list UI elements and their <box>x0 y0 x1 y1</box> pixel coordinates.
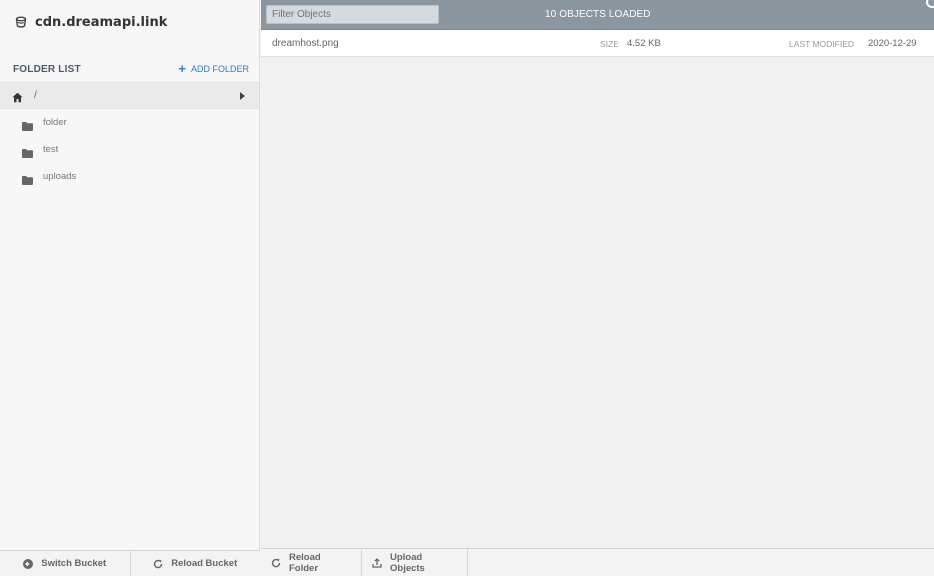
file-row[interactable]: dreamhost.png SIZE 4.52 KB LAST MODIFIED… <box>261 30 934 57</box>
bucket-name: cdn.dreamapi.link <box>35 14 168 30</box>
plus-icon: + <box>178 61 186 76</box>
objects-loaded-status: 10 OBJECTS LOADED <box>545 9 651 20</box>
brand: cdn.dreamapi.link <box>0 0 259 44</box>
folder-list-title: FOLDER LIST <box>13 63 81 75</box>
folder-item-label: / <box>34 90 37 101</box>
reload-bucket-label: Reload Bucket <box>171 558 238 569</box>
folder-icon <box>22 172 33 185</box>
home-icon <box>12 90 23 103</box>
last-modified-label: LAST MODIFIED <box>789 39 855 49</box>
sidebar: cdn.dreamapi.link FOLDER LIST + ADD FOLD… <box>0 0 260 576</box>
folder-item-root[interactable]: / <box>0 82 259 109</box>
upload-objects-button[interactable]: Upload Objects <box>362 549 468 576</box>
bucket-icon <box>14 15 28 29</box>
upload-icon <box>372 557 382 568</box>
folder-item-label: folder <box>43 117 67 128</box>
main-footer: Reload Folder Upload Objects <box>261 548 934 576</box>
reload-bucket-button[interactable]: Reload Bucket <box>129 551 261 576</box>
refresh-icon <box>271 558 281 568</box>
size-label: SIZE <box>600 39 619 49</box>
switch-bucket-label: Switch Bucket <box>41 558 107 569</box>
folder-item-uploads[interactable]: uploads <box>0 163 259 190</box>
folder-item-folder[interactable]: folder <box>0 109 259 136</box>
folder-icon <box>22 118 33 131</box>
add-folder-label: ADD FOLDER <box>190 64 249 74</box>
reload-folder-button[interactable]: Reload Folder <box>261 549 362 576</box>
upload-objects-label: Upload Objects <box>390 551 425 574</box>
main-panel: 10 OBJECTS LOADED dreamhost.png SIZE 4.5… <box>261 0 934 576</box>
file-name: dreamhost.png <box>272 38 339 49</box>
filter-objects-input[interactable] <box>266 5 439 24</box>
refresh-icon <box>153 559 163 569</box>
folder-icon <box>22 145 33 158</box>
folder-list-header: FOLDER LIST + ADD FOLDER <box>0 60 259 78</box>
folder-item-test[interactable]: test <box>0 136 259 163</box>
file-size: 4.52 KB <box>627 38 661 49</box>
settings-icon[interactable] <box>926 0 934 8</box>
switch-bucket-button[interactable]: Switch Bucket <box>0 551 130 576</box>
folder-item-label: uploads <box>43 171 77 182</box>
add-folder-button[interactable]: + ADD FOLDER <box>178 61 249 76</box>
folder-item-label: test <box>43 144 59 155</box>
arrow-left-circle-icon <box>23 558 34 569</box>
object-toolbar: 10 OBJECTS LOADED <box>261 0 934 30</box>
file-last-modified: 2020-12-29 <box>868 38 917 49</box>
caret-right-icon <box>240 92 245 100</box>
sidebar-footer: Switch Bucket Reload Bucket <box>0 550 260 576</box>
reload-folder-label: Reload Folder <box>289 551 321 574</box>
